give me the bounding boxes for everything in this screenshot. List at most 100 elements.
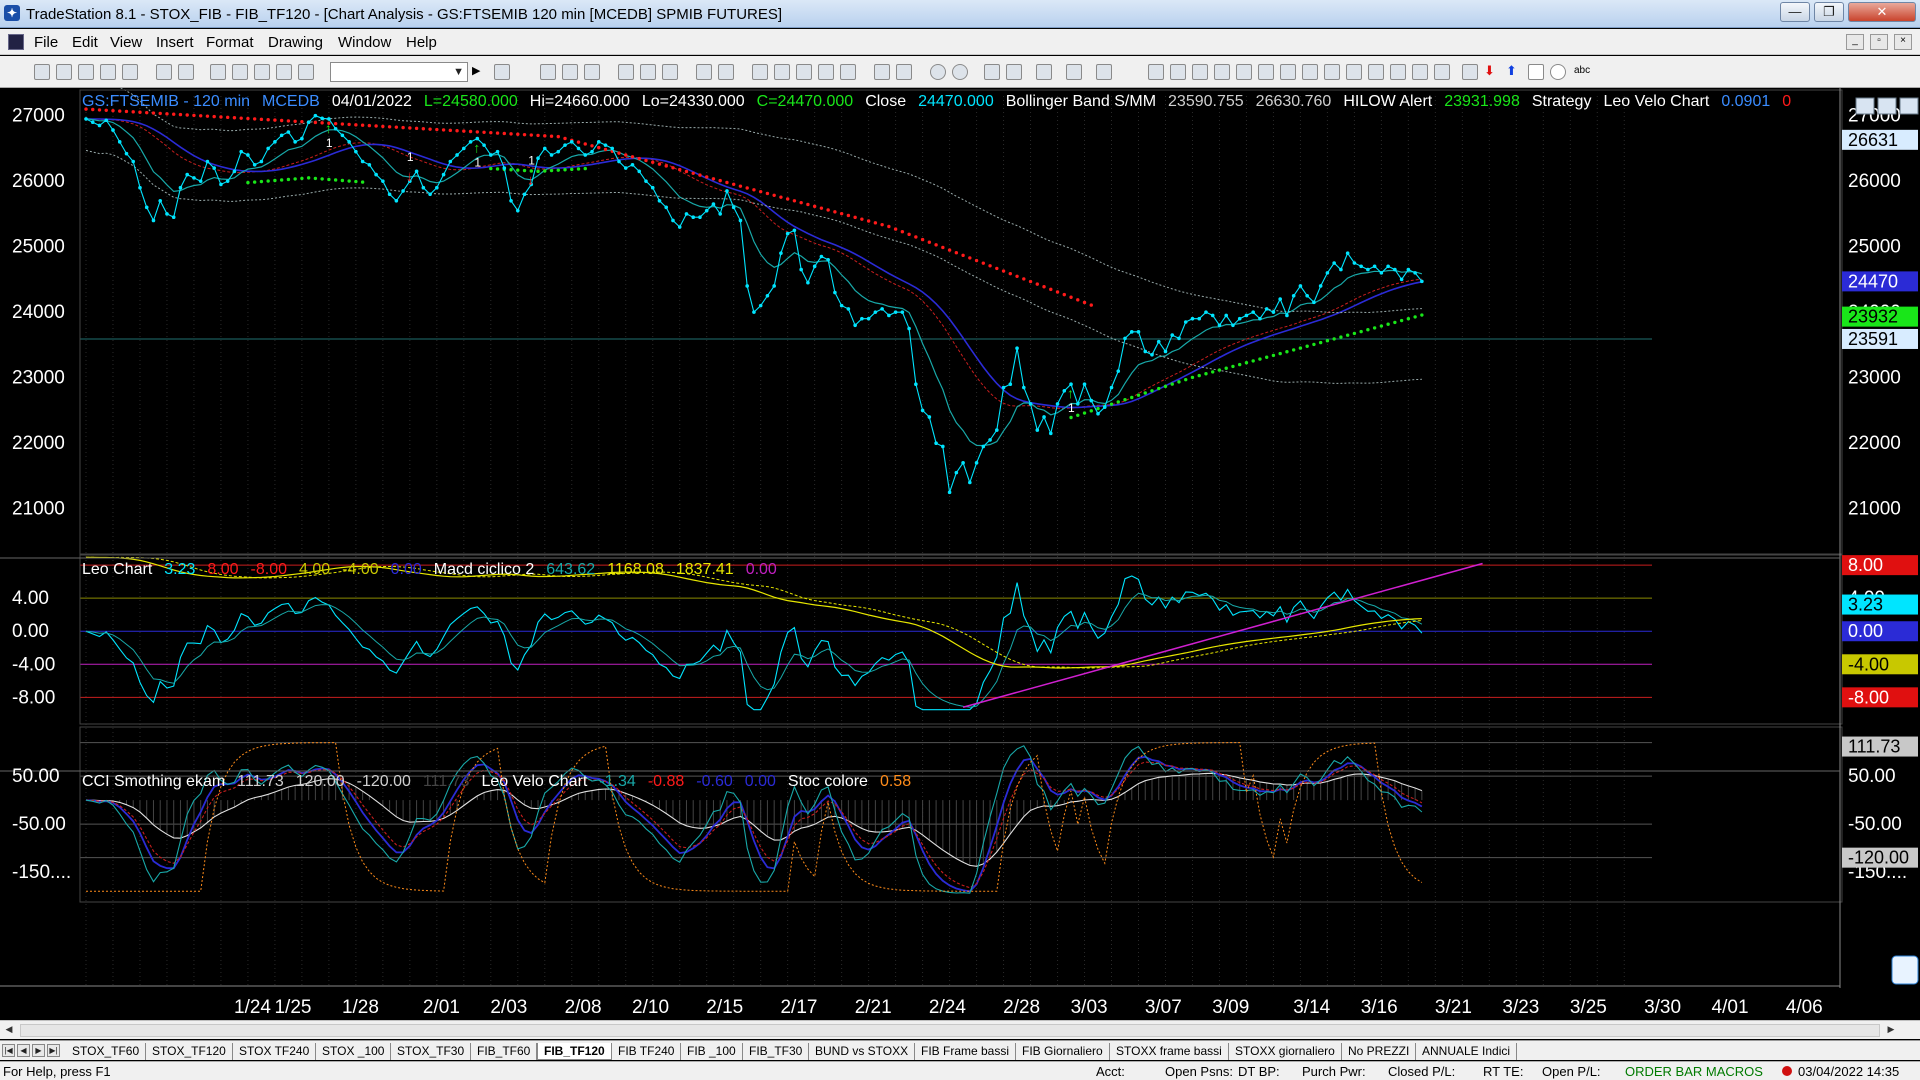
tab-stoxx-frame-bassi[interactable]: STOXX frame bassi [1110, 1043, 1229, 1060]
chart-analysis-window[interactable]: ↑ 1 ↓ 1 ↑ 1 ↓ 1 ↑ 1 27000 27000 26000 26000 25000 2500… [0, 79, 1920, 1020]
alert-icon[interactable] [1096, 64, 1112, 80]
tools-icon[interactable] [1036, 64, 1052, 80]
copy-icon[interactable] [232, 64, 248, 80]
scanner-icon[interactable] [774, 64, 790, 80]
insert-indicator-icon[interactable] [618, 64, 634, 80]
tab-stox-tf120[interactable]: STOX_TF120 [146, 1043, 233, 1060]
freehand-icon[interactable] [1434, 64, 1450, 80]
tab-stox-tf240[interactable]: STOX TF240 [233, 1043, 317, 1060]
line-chart-icon[interactable] [840, 64, 856, 80]
chart-canvas[interactable]: ↑1↓1↑1↓1↑1 27000 2700026000 2600025000 2500… [0, 79, 1920, 1020]
gann-icon[interactable] [1236, 64, 1252, 80]
rectangle-icon[interactable] [1528, 64, 1544, 80]
horizontal-line-icon[interactable] [1346, 64, 1362, 80]
new-icon[interactable] [34, 64, 50, 80]
tab-bund-vs-stoxx[interactable]: BUND vs STOXX [809, 1043, 916, 1060]
tab-no-prezzi[interactable]: No PREZZI [1342, 1043, 1417, 1060]
bar-spacing-increase-icon[interactable] [874, 64, 890, 80]
cci-panel[interactable] [80, 742, 1652, 894]
arc-icon[interactable] [1412, 64, 1428, 80]
fibonacci-icon[interactable] [1170, 64, 1186, 80]
insert-strategy-icon[interactable] [640, 64, 656, 80]
data-window-icon[interactable] [1066, 64, 1082, 80]
last-tab-icon[interactable]: ▶| [47, 1044, 60, 1057]
close-window-button[interactable]: ✕ [1848, 2, 1916, 22]
trendline-icon[interactable] [1302, 64, 1318, 80]
up-arrow-icon[interactable]: ⬆ [1506, 64, 1522, 80]
tab-annuale-indici[interactable]: ANNUALE Indici [1416, 1043, 1518, 1060]
tab-stoxx-giornaliero[interactable]: STOXX giornaliero [1229, 1043, 1342, 1060]
zoom-in-icon[interactable] [930, 64, 946, 80]
next-tab-icon[interactable]: ▶ [32, 1044, 45, 1057]
radar-icon[interactable] [752, 64, 768, 80]
mdi-restore-button[interactable]: ▫ [1870, 34, 1888, 50]
order-bar-macros-label[interactable]: ORDER BAR MACROS [1625, 1064, 1763, 1079]
horizontal-lines-icon[interactable] [1192, 64, 1208, 80]
menu-format[interactable]: Format [206, 34, 254, 51]
scroll-left-icon[interactable]: ◀ [2, 1024, 16, 1037]
lock-icon[interactable] [254, 64, 270, 80]
cut-icon[interactable] [210, 64, 226, 80]
chart-type-icon[interactable] [540, 64, 556, 80]
ray-icon[interactable] [1324, 64, 1340, 80]
pencil-icon[interactable] [1148, 64, 1164, 80]
window-tile-icon[interactable] [696, 64, 712, 80]
mdi-close-button[interactable]: × [1894, 34, 1912, 50]
menu-window[interactable]: Window [338, 34, 391, 51]
bar-chart-icon[interactable] [796, 64, 812, 80]
symbol-select[interactable]: ▼ [330, 62, 468, 82]
paste-icon[interactable] [276, 64, 292, 80]
tab-fib-tf60[interactable]: FIB_TF60 [471, 1043, 538, 1060]
save-workspace-icon[interactable] [78, 64, 94, 80]
pointer-icon[interactable] [984, 64, 1000, 80]
tab-fib-frame-bassi[interactable]: FIB Frame bassi [915, 1043, 1017, 1060]
menu-insert[interactable]: Insert [156, 34, 194, 51]
first-tab-icon[interactable]: |◀ [2, 1044, 15, 1057]
print-preview-icon[interactable] [178, 64, 194, 80]
arc-line-icon[interactable] [1462, 64, 1478, 80]
tab-fib-giornaliero[interactable]: FIB Giornaliero [1016, 1043, 1110, 1060]
format-icon[interactable] [562, 64, 578, 80]
bar-spacing-decrease-icon[interactable] [896, 64, 912, 80]
channel-icon[interactable] [1214, 64, 1230, 80]
price-panel[interactable]: ↑1↓1↑1↓1↑1 [80, 79, 1652, 495]
table-icon[interactable] [584, 64, 600, 80]
tab-stox-tf60[interactable]: STOX_TF60 [66, 1043, 147, 1060]
chart-window-icon[interactable] [8, 34, 24, 50]
tab-fib-tf30[interactable]: FIB_TF30 [743, 1043, 810, 1060]
scroll-right-icon[interactable]: ▶ [1884, 1024, 1898, 1037]
menu-view[interactable]: View [110, 34, 142, 51]
horizontal-scrollbar[interactable]: ◀ ▶ [0, 1020, 1920, 1039]
mdi-minimize-button[interactable]: _ [1846, 34, 1864, 50]
menu-drawing[interactable]: Drawing [268, 34, 323, 51]
open-icon[interactable] [56, 64, 72, 80]
parallel-lines-icon[interactable] [1368, 64, 1384, 80]
restore-button[interactable]: ❐ [1814, 2, 1844, 22]
ellipse-icon[interactable] [1550, 64, 1566, 80]
andrews-pitchfork-icon[interactable] [1390, 64, 1406, 80]
scroll-thumb[interactable] [20, 1024, 1880, 1037]
save-icon[interactable] [100, 64, 116, 80]
menu-edit[interactable]: Edit [72, 34, 98, 51]
regression-icon[interactable] [1280, 64, 1296, 80]
tab-fib-tf120[interactable]: FIB_TF120 [537, 1043, 612, 1060]
tab-stox-100[interactable]: STOX _100 [316, 1043, 392, 1060]
prev-tab-icon[interactable]: ◀ [17, 1044, 30, 1057]
color-palette-icon[interactable] [298, 64, 314, 80]
symbol-lookup-icon[interactable] [494, 64, 510, 80]
candlestick-icon[interactable] [818, 64, 834, 80]
tab-fib-tf240[interactable]: FIB TF240 [612, 1043, 682, 1060]
down-arrow-icon[interactable]: ⬇ [1484, 64, 1500, 80]
window-cascade-icon[interactable] [718, 64, 734, 80]
leo-chart-panel[interactable] [80, 556, 1652, 711]
menu-help[interactable]: Help [406, 34, 437, 51]
minimize-button[interactable]: — [1780, 2, 1810, 22]
speed-lines-icon[interactable] [1258, 64, 1274, 80]
print-icon[interactable] [156, 64, 172, 80]
menu-file[interactable]: File [34, 34, 58, 51]
tab-stox-tf30[interactable]: STOX_TF30 [391, 1043, 472, 1060]
go-arrow-icon[interactable]: ▶ [472, 64, 488, 80]
zoom-out-icon[interactable] [952, 64, 968, 80]
text-tool-icon[interactable]: abc [1574, 64, 1590, 80]
crosshair-icon[interactable] [1006, 64, 1022, 80]
